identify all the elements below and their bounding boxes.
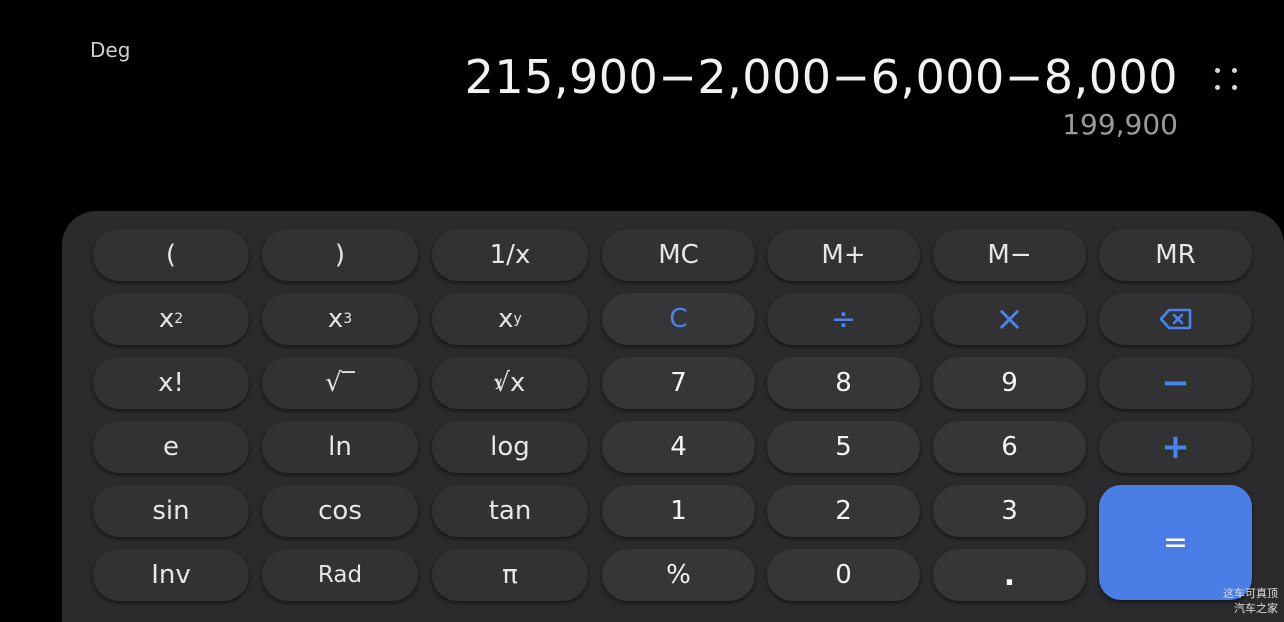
memory-recall-key[interactable]: MR [1099, 229, 1252, 281]
digit-1-key[interactable]: 1 [602, 485, 755, 537]
divide-key[interactable]: ÷ [767, 293, 920, 345]
equals-key[interactable]: = [1099, 485, 1252, 600]
digit-8-key[interactable]: 8 [767, 357, 920, 409]
keypad-panel: ( ) 1/x MC M+ M− MR x2 x3 xy C ÷ × x! √‾… [62, 211, 1284, 622]
cosine-key[interactable]: cos [262, 485, 418, 537]
angle-mode-label: Deg [90, 38, 131, 62]
digit-0-key[interactable]: 0 [767, 549, 920, 601]
watermark-line-2: 汽车之家 [1234, 602, 1278, 615]
digit-4-key[interactable]: 4 [602, 421, 755, 473]
power-key[interactable]: xy [432, 293, 588, 345]
expression-display: 215,900−2,000−6,000−8,000 [464, 50, 1178, 104]
pi-key[interactable]: π [432, 549, 588, 601]
more-options-icon[interactable] [1212, 64, 1242, 94]
euler-key[interactable]: e [93, 421, 249, 473]
backspace-key[interactable] [1099, 293, 1252, 345]
decimal-point-key[interactable]: . [933, 549, 1086, 601]
digit-6-key[interactable]: 6 [933, 421, 1086, 473]
square-key[interactable]: x2 [93, 293, 249, 345]
cube-key[interactable]: x3 [262, 293, 418, 345]
digit-3-key[interactable]: 3 [933, 485, 1086, 537]
sine-key[interactable]: sin [93, 485, 249, 537]
digit-5-key[interactable]: 5 [767, 421, 920, 473]
natural-log-key[interactable]: ln [262, 421, 418, 473]
tangent-key[interactable]: tan [432, 485, 588, 537]
root-radical: √x [493, 368, 526, 398]
inverse-key[interactable]: Inv [93, 549, 249, 601]
open-paren-key[interactable]: ( [93, 229, 249, 281]
square-base: x [158, 304, 175, 334]
power-base: x [498, 304, 514, 334]
nth-root-key[interactable]: y √x [432, 357, 588, 409]
close-paren-key[interactable]: ) [262, 229, 418, 281]
backspace-icon [1159, 308, 1191, 330]
angle-unit-toggle-key[interactable]: Rad [262, 549, 418, 601]
digit-7-key[interactable]: 7 [602, 357, 755, 409]
cube-base: x [327, 304, 344, 334]
watermark-line-1: 这车可真顶 [1223, 587, 1278, 600]
percent-key[interactable]: % [602, 549, 755, 601]
log-key[interactable]: log [432, 421, 588, 473]
memory-add-key[interactable]: M+ [767, 229, 920, 281]
memory-subtract-key[interactable]: M− [933, 229, 1086, 281]
clear-key[interactable]: C [602, 293, 755, 345]
memory-clear-key[interactable]: MC [602, 229, 755, 281]
calculator-screen: Deg 215,900−2,000−6,000−8,000 199,900 ( … [0, 0, 1284, 622]
factorial-key[interactable]: x! [93, 357, 249, 409]
reciprocal-key[interactable]: 1/x [432, 229, 588, 281]
result-preview: 199,900 [1062, 108, 1178, 141]
minus-key[interactable]: − [1099, 357, 1252, 409]
multiply-key[interactable]: × [933, 293, 1086, 345]
watermark: 这车可真顶 汽车之家 [1223, 586, 1278, 616]
digit-9-key[interactable]: 9 [933, 357, 1086, 409]
digit-2-key[interactable]: 2 [767, 485, 920, 537]
square-root-key[interactable]: √‾ [262, 357, 418, 409]
plus-key[interactable]: + [1099, 421, 1252, 473]
